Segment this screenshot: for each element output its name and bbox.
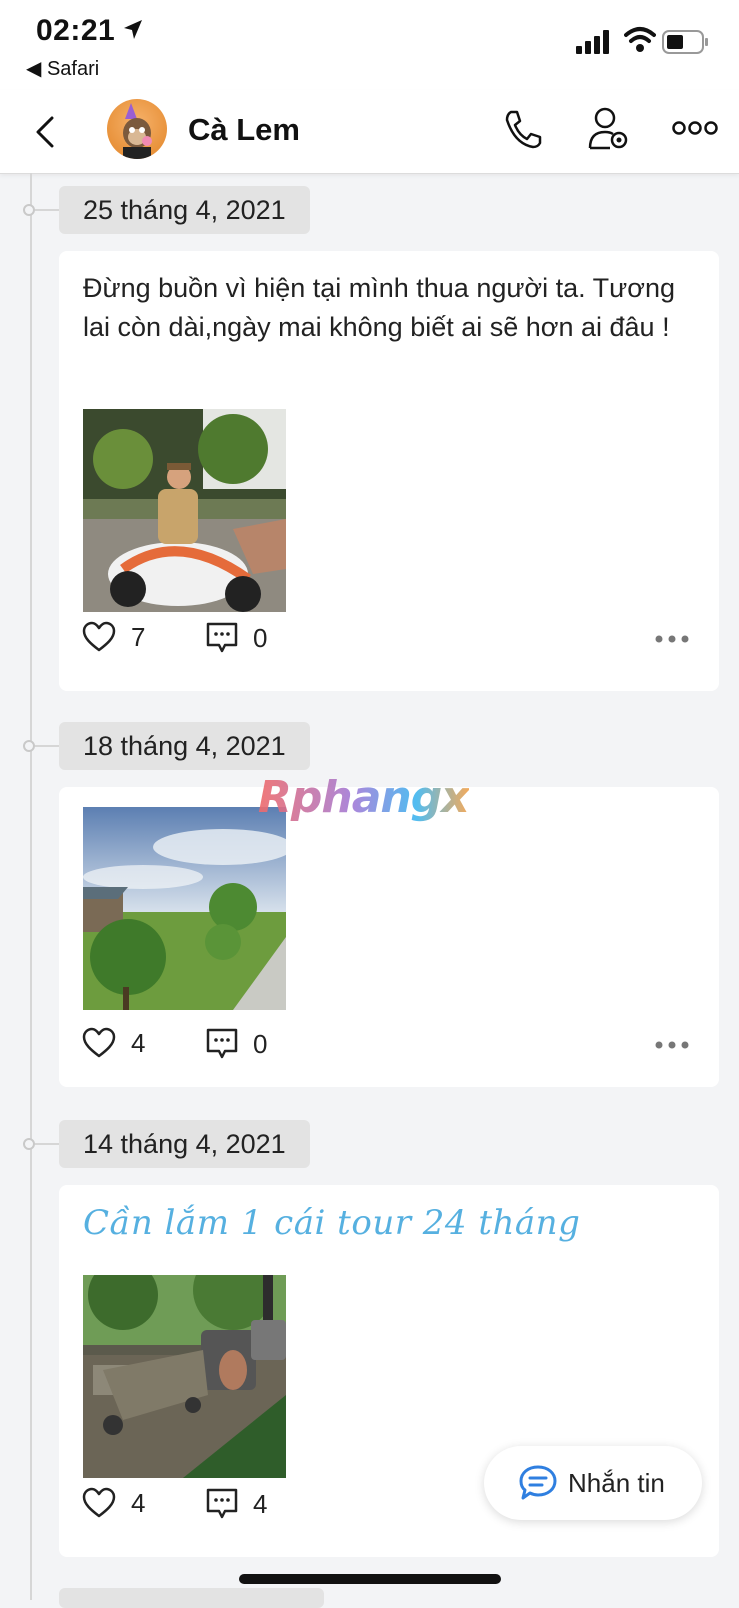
clock: 02:21 [36,14,116,47]
more-options-icon[interactable] [672,120,718,136]
post-photo[interactable] [83,807,286,1010]
back-to-app-link[interactable]: ◀ Safari [26,56,99,81]
timeline-tick [35,1143,59,1145]
like-count: 7 [131,621,146,652]
like-button[interactable]: 4 [81,1027,145,1059]
send-message-button[interactable]: Nhắn tin [484,1446,702,1520]
timeline-tick [35,745,59,747]
contact-name[interactable]: Cà Lem [188,112,300,148]
post-text: Cần lắm 1 cái tour 24 tháng [83,1203,581,1243]
heart-icon [82,1027,116,1058]
comment-button[interactable]: 4 [205,1487,267,1521]
home-indicator [239,1574,501,1584]
avatar[interactable] [107,99,167,159]
post-card[interactable]: 4 0 [59,787,719,1087]
post-text: Đừng buồn vì hiện tại mình thua người ta… [83,273,675,342]
like-count: 4 [131,1027,146,1058]
next-post-date [59,1588,324,1608]
cellular-signal-icon [576,30,609,54]
back-arrow-icon[interactable] [30,112,62,152]
post-date: 25 tháng 4, 2021 [59,186,310,234]
like-button[interactable]: 7 [81,621,145,653]
timeline-dot [23,740,35,752]
post-date: 18 tháng 4, 2021 [59,722,310,770]
heart-icon [82,1487,116,1518]
comment-button[interactable]: 0 [205,1027,267,1061]
timeline-dot [23,1138,35,1150]
comment-count: 0 [253,1028,268,1059]
post-card[interactable]: Đừng buồn vì hiện tại mình thua người ta… [59,251,719,691]
status-bar: 02:21 ◀ Safari [0,0,739,90]
battery-icon [662,30,708,54]
comment-icon [206,622,238,653]
profile-settings-icon[interactable] [588,106,630,152]
conversation-header: Cà Lem [0,90,739,174]
timeline-tick [35,209,59,211]
watermark-logo: Rphangx [258,772,470,823]
comment-button[interactable]: 0 [205,621,267,655]
send-message-label: Nhắn tin [568,1467,665,1498]
comment-icon [206,1028,238,1059]
post-photo[interactable] [83,1275,286,1478]
chat-bubble-icon [519,1465,557,1500]
comment-icon [206,1488,238,1519]
like-button[interactable]: 4 [81,1487,145,1519]
like-count: 4 [131,1487,146,1518]
post-photo[interactable] [83,409,286,612]
heart-icon [82,621,116,652]
post-more-icon[interactable] [655,1041,689,1049]
post-date: 14 tháng 4, 2021 [59,1120,310,1168]
comment-count: 4 [253,1488,268,1519]
timeline-line [30,173,32,1600]
phone-icon[interactable] [503,108,543,150]
post-more-icon[interactable] [655,635,689,643]
wifi-icon [624,27,656,52]
timeline-dot [23,204,35,216]
location-arrow-icon [124,20,142,39]
comment-count: 0 [253,622,268,653]
